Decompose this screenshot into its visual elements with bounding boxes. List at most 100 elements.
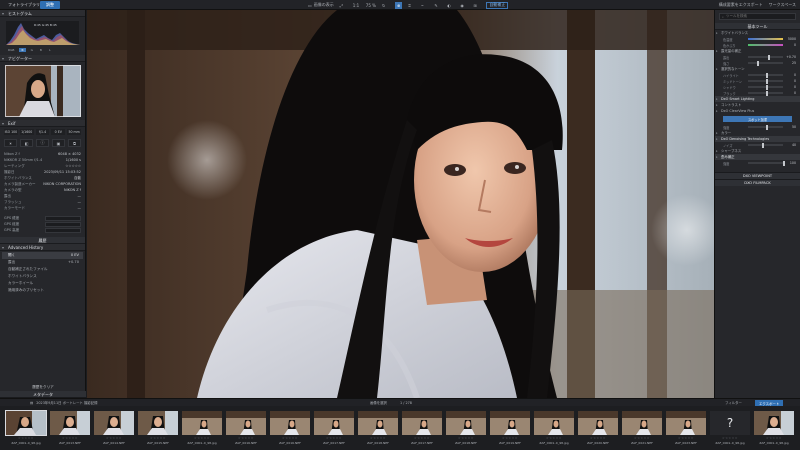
history-item[interactable]: 露出 +0.70 xyxy=(2,259,83,266)
thumb-rating[interactable]: ☆☆☆☆☆ xyxy=(226,436,266,440)
spot-weighted-button[interactable]: スポット加重 xyxy=(723,116,792,122)
metadata-panel-title[interactable]: メタデータ xyxy=(0,391,86,398)
history-item[interactable]: 適用済みのプリセット xyxy=(2,287,83,294)
thumb-rating[interactable]: ☆☆☆☆☆ xyxy=(754,436,794,440)
tool-search[interactable]: ⌕ ツールを検索 xyxy=(719,13,796,20)
film-thumbnail[interactable]: ☆☆☆☆☆ ZAF_0017.NEF xyxy=(402,409,442,449)
history-item[interactable]: 開く 0 EV xyxy=(2,252,83,259)
image-view-button[interactable]: ▭ 画像の表示 xyxy=(308,2,334,9)
thumb-rating[interactable]: ☆☆☆☆☆ xyxy=(666,436,706,440)
thumb-rating[interactable]: ☆☆☆☆☆ xyxy=(710,436,750,440)
film-thumbnail[interactable]: ☆☆☆☆☆ ZAF_0001–0_98.jpg xyxy=(754,409,794,449)
viewpoint-panel[interactable]: DXO VIEWPOINT xyxy=(715,172,800,179)
export-components-button[interactable]: 構成要素をエクスポート xyxy=(719,2,763,9)
filter-button[interactable]: フィルター xyxy=(725,400,742,405)
film-thumbnail[interactable]: ☆☆☆☆☆ ZAF_0021.NEF xyxy=(622,409,662,449)
filmpack-panel[interactable]: DXO FILMPACK xyxy=(715,179,800,186)
zoom-level[interactable]: 75 % xyxy=(366,2,376,9)
compare-icon[interactable]: ◧ xyxy=(20,139,33,147)
thumb-rating[interactable]: ☆☆☆☆☆ xyxy=(6,436,46,440)
grid-icon[interactable]: ⊞ xyxy=(473,2,480,9)
film-thumbnail[interactable]: ☆☆☆☆☆ ZAF_0016.NEF xyxy=(270,409,310,449)
thumb-rating[interactable]: ☆☆☆☆☆ xyxy=(358,436,398,440)
film-thumbnail[interactable]: ☆☆☆☆☆ ZAF_0023.NEF xyxy=(666,409,706,449)
raw-icon[interactable]: ▣ xyxy=(52,139,65,147)
navigator-title[interactable]: ナビゲーター xyxy=(0,55,85,62)
hist-mode-rgb[interactable]: RGB xyxy=(6,48,16,52)
gps-field[interactable] xyxy=(45,221,81,227)
history-item[interactable]: カラーホイール xyxy=(2,280,83,287)
tint-slider[interactable] xyxy=(748,44,783,46)
section-white-balance[interactable]: ホワイトバランス xyxy=(715,30,800,36)
film-thumbnail[interactable]: ☆☆☆☆☆ ZAF_0018.NEF xyxy=(358,409,398,449)
highlights-slider[interactable] xyxy=(748,72,783,78)
section-clearview[interactable]: DxO ClearView Plus xyxy=(715,108,800,114)
film-thumbnail[interactable]: ☆☆☆☆☆ ZAF_0018.NEF xyxy=(446,409,486,449)
sun-icon[interactable]: ☀ xyxy=(4,139,17,147)
hist-mode-b[interactable]: B xyxy=(38,48,44,52)
rating-stars[interactable]: ☆☆☆☆☆ xyxy=(65,164,81,168)
zoom-100-button[interactable]: 1:1 xyxy=(353,2,360,9)
thumb-rating[interactable]: ☆☆☆☆☆ xyxy=(622,436,662,440)
film-thumbnail[interactable]: ☆☆☆☆☆ ZAF_0015.NEF xyxy=(138,409,178,449)
exif-title[interactable]: Exif xyxy=(0,120,85,127)
thumb-rating[interactable]: ☆☆☆☆☆ xyxy=(402,436,442,440)
history-panel-title[interactable]: 履歴 xyxy=(0,237,85,244)
gps-field[interactable] xyxy=(45,215,81,221)
distortion-slider[interactable] xyxy=(748,160,785,166)
thumb-rating[interactable]: ☆☆☆☆☆ xyxy=(446,436,486,440)
local-adjust-icon[interactable]: ◐ xyxy=(447,2,454,9)
advanced-history-title[interactable]: Advanced History xyxy=(0,244,85,251)
thumb-rating[interactable]: ☆☆☆☆☆ xyxy=(182,436,222,440)
midtones-slider[interactable] xyxy=(748,78,783,84)
thumb-rating[interactable]: ☆☆☆☆☆ xyxy=(534,436,574,440)
strength-slider[interactable] xyxy=(748,60,783,66)
eye-icon[interactable]: ◉ xyxy=(460,2,467,9)
film-thumbnail[interactable]: ☆☆☆☆☆ ZAF_0014.NEF xyxy=(94,409,134,449)
film-thumbnail[interactable]: ☆☆☆☆☆ ZAF_0016.NEF xyxy=(226,409,266,449)
hist-mode-r[interactable]: R xyxy=(19,48,26,52)
history-item[interactable]: ホワイトバランス xyxy=(2,273,83,280)
film-thumbnail[interactable]: ? ☆☆☆☆☆ ZAF_0001–0_98.jpg xyxy=(710,409,750,449)
thumb-rating[interactable]: ☆☆☆☆☆ xyxy=(50,436,90,440)
thumb-rating[interactable]: ☆☆☆☆☆ xyxy=(578,436,618,440)
exposure-slider[interactable] xyxy=(748,54,783,60)
thumb-rating[interactable]: ☆☆☆☆☆ xyxy=(138,436,178,440)
tab-customize[interactable]: 調整 xyxy=(40,1,60,9)
film-thumbnail[interactable]: ☆☆☆☆☆ ZAF_0001–0_98.jpg xyxy=(534,409,574,449)
fit-icon[interactable]: ⤢ xyxy=(340,2,347,9)
thumb-rating[interactable]: ☆☆☆☆☆ xyxy=(314,436,354,440)
hist-mode-l[interactable]: L xyxy=(47,48,53,52)
blacks-slider[interactable] xyxy=(748,90,783,96)
history-item[interactable]: 自動補正されたファイル xyxy=(2,266,83,273)
thumb-rating[interactable]: ☆☆☆☆☆ xyxy=(94,436,134,440)
film-thumbnail[interactable]: ☆☆☆☆☆ ZAF_0020.NEF xyxy=(578,409,618,449)
section-distortion[interactable]: 歪み補正 xyxy=(715,154,800,160)
clear-history-button[interactable]: 履歴をクリア xyxy=(0,383,86,391)
gps-field[interactable] xyxy=(45,227,81,233)
crop-icon[interactable]: ⌗ xyxy=(408,2,415,9)
film-thumbnail[interactable]: ☆☆☆☆☆ ZAF_0017.NEF xyxy=(314,409,354,449)
auto-correct-button[interactable]: 自動補正 xyxy=(486,1,509,9)
histogram-title[interactable]: ヒストグラム xyxy=(0,10,85,17)
thumb-rating[interactable]: ☆☆☆☆☆ xyxy=(490,436,530,440)
repair-icon[interactable]: ✎ xyxy=(434,2,441,9)
workspace-button[interactable]: ワークスペース xyxy=(769,2,796,9)
film-thumbnail[interactable]: ☆☆☆☆☆ ZAF_0019.NEF xyxy=(490,409,530,449)
rotate-icon[interactable]: ↻ xyxy=(382,2,389,9)
section-denoising[interactable]: DxO Denoising Technologies xyxy=(715,136,800,142)
section-selective-tone[interactable]: 選択的なトーン xyxy=(715,66,800,72)
hist-mode-g[interactable]: G xyxy=(29,48,35,52)
temperature-slider[interactable] xyxy=(748,38,783,40)
section-exposure[interactable]: 露光量の補正 xyxy=(715,48,800,54)
white-balance-picker-icon[interactable]: ⊕ xyxy=(394,1,403,9)
navigator-thumbnail[interactable] xyxy=(5,65,81,117)
noise-slider[interactable] xyxy=(748,142,783,148)
copy-icon[interactable]: ⧉ xyxy=(68,139,81,147)
film-thumbnail[interactable]: ☆☆☆☆☆ ZAF_0013.NEF xyxy=(50,409,90,449)
horizon-icon[interactable]: ⎯ xyxy=(421,2,428,9)
film-thumbnail[interactable]: ☆☆☆☆☆ ZAF_0001–0_98.jpg xyxy=(182,409,222,449)
film-thumbnail[interactable]: ☆☆☆☆☆ ZAF_0001–0_98.jpg xyxy=(5,409,47,449)
thumb-rating[interactable]: ☆☆☆☆☆ xyxy=(270,436,310,440)
shadows-slider[interactable] xyxy=(748,84,783,90)
